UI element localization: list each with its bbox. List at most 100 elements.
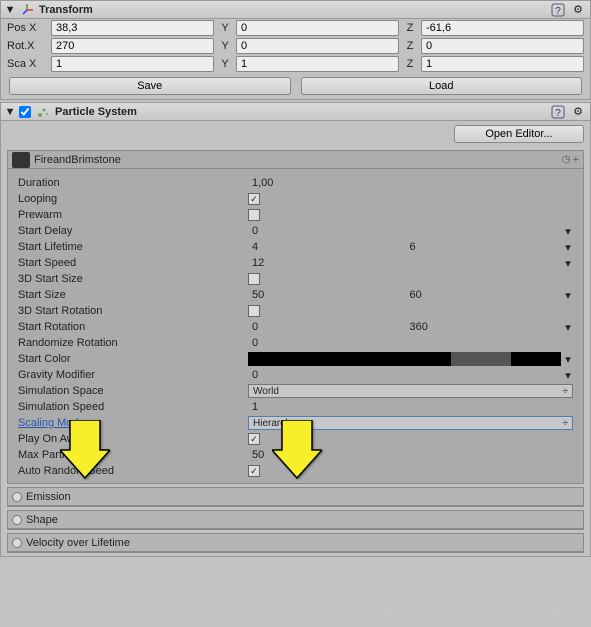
looping-checkbox[interactable]: ✓ — [248, 193, 260, 205]
add-icon[interactable]: + — [573, 154, 579, 166]
save-button[interactable]: Save — [9, 77, 291, 95]
scaling-mode-select[interactable]: Hierarchy÷ — [248, 416, 573, 430]
start-delay-value[interactable]: 0 — [248, 224, 561, 238]
start-lifetime-label[interactable]: Start Lifetime — [18, 241, 248, 253]
particle-system-name: FireandBrimstone — [34, 154, 558, 166]
simulation-space-label[interactable]: Simulation Space — [18, 385, 248, 397]
start-delay-label[interactable]: Start Delay — [18, 225, 248, 237]
component-enable-checkbox[interactable] — [19, 106, 31, 118]
foldout-icon[interactable]: ▼ — [5, 106, 15, 118]
start-size-a[interactable]: 50 — [248, 288, 404, 302]
prewarm-label[interactable]: Prewarm — [18, 209, 248, 221]
auto-random-seed-label[interactable]: Auto Random Seed — [18, 465, 248, 477]
particle-system-component: ▼ Particle System ? ⚙ Open Editor... Fir… — [0, 102, 591, 557]
simulation-speed-label[interactable]: Simulation Speed — [18, 401, 248, 413]
svg-text:?: ? — [555, 6, 561, 17]
pos-y-label[interactable]: Y — [218, 22, 232, 34]
scaling-mode-label[interactable]: Scaling Mode — [18, 417, 248, 429]
dropdown-icon[interactable]: ▾ — [563, 321, 573, 334]
sca-z-input[interactable] — [421, 56, 584, 72]
rotation-row: Rot.X Y Z — [1, 37, 590, 55]
dropdown-icon[interactable]: ▾ — [563, 369, 573, 382]
3d-start-rotation-row: 3D Start Rotation — [8, 303, 583, 319]
start-size-b[interactable]: 60 — [406, 288, 562, 302]
sca-y-input[interactable] — [236, 56, 399, 72]
module-toggle-icon[interactable] — [12, 538, 22, 548]
open-editor-button[interactable]: Open Editor... — [454, 125, 584, 143]
max-particles-label[interactable]: Max Particles — [18, 449, 248, 461]
start-lifetime-a[interactable]: 4 — [248, 240, 404, 254]
particle-name-header[interactable]: FireandBrimstone ◷ + — [8, 151, 583, 169]
start-color-swatch[interactable] — [248, 352, 561, 366]
3d-start-size-checkbox[interactable] — [248, 273, 260, 285]
start-speed-label[interactable]: Start Speed — [18, 257, 248, 269]
gear-icon[interactable]: ⚙ — [570, 2, 586, 18]
velocity-over-lifetime-module[interactable]: Velocity over Lifetime — [7, 533, 584, 553]
particle-icon — [35, 104, 51, 120]
pos-x-input[interactable] — [51, 20, 214, 36]
gravity-modifier-label[interactable]: Gravity Modifier — [18, 369, 248, 381]
rot-y-label[interactable]: Y — [218, 40, 232, 52]
simulation-speed-value[interactable]: 1 — [248, 400, 573, 414]
dropdown-icon[interactable]: ▾ — [563, 225, 573, 238]
resimulate-icon[interactable]: ◷ — [562, 154, 571, 165]
start-rotation-b[interactable]: 360 — [406, 320, 562, 334]
start-color-label[interactable]: Start Color — [18, 353, 248, 365]
shape-module[interactable]: Shape — [7, 510, 584, 530]
randomize-rotation-value[interactable]: 0 — [248, 336, 573, 350]
3d-start-rotation-label[interactable]: 3D Start Rotation — [18, 305, 248, 317]
particle-system-title: Particle System — [55, 106, 546, 118]
sca-z-label[interactable]: Z — [403, 58, 417, 70]
start-lifetime-b[interactable]: 6 — [406, 240, 562, 254]
play-on-awake-row: Play On Awake* ✓ — [8, 431, 583, 447]
rot-x-label[interactable]: Rot.X — [7, 40, 47, 52]
play-on-awake-checkbox[interactable]: ✓ — [248, 433, 260, 445]
module-toggle-icon[interactable] — [12, 492, 22, 502]
rot-z-label[interactable]: Z — [403, 40, 417, 52]
looping-label[interactable]: Looping — [18, 193, 248, 205]
start-rotation-a[interactable]: 0 — [248, 320, 404, 334]
help-icon[interactable]: ? — [550, 2, 566, 18]
start-speed-row: Start Speed 12▾ — [8, 255, 583, 271]
rot-y-input[interactable] — [236, 38, 399, 54]
pos-z-label[interactable]: Z — [403, 22, 417, 34]
gravity-modifier-value[interactable]: 0 — [248, 368, 561, 382]
foldout-icon[interactable]: ▼ — [5, 4, 15, 16]
pos-y-input[interactable] — [236, 20, 399, 36]
start-rotation-label[interactable]: Start Rotation — [18, 321, 248, 333]
position-row: Pos X Y Z — [1, 19, 590, 37]
particle-system-header[interactable]: ▼ Particle System ? ⚙ — [1, 103, 590, 121]
play-on-awake-label[interactable]: Play On Awake* — [18, 433, 248, 445]
start-size-label[interactable]: Start Size — [18, 289, 248, 301]
max-particles-value[interactable]: 50 — [248, 448, 573, 462]
transform-header[interactable]: ▼ Transform ? ⚙ — [1, 1, 590, 19]
dropdown-icon[interactable]: ▾ — [563, 353, 573, 366]
pos-z-input[interactable] — [421, 20, 584, 36]
emission-module[interactable]: Emission — [7, 487, 584, 507]
sca-x-label[interactable]: Sca X — [7, 58, 47, 70]
3d-start-rotation-checkbox[interactable] — [248, 305, 260, 317]
dropdown-icon[interactable]: ▾ — [563, 257, 573, 270]
dropdown-icon[interactable]: ▾ — [563, 289, 573, 302]
start-speed-value[interactable]: 12 — [248, 256, 561, 270]
dropdown-icon[interactable]: ▾ — [563, 241, 573, 254]
3d-start-size-label[interactable]: 3D Start Size — [18, 273, 248, 285]
prewarm-checkbox[interactable] — [248, 209, 260, 221]
duration-value[interactable]: 1,00 — [248, 176, 573, 190]
pos-x-label[interactable]: Pos X — [7, 22, 47, 34]
sca-x-input[interactable] — [51, 56, 214, 72]
load-button[interactable]: Load — [301, 77, 583, 95]
randomize-rotation-label[interactable]: Randomize Rotation — [18, 337, 248, 349]
select-arrow-icon: ÷ — [563, 386, 569, 397]
auto-random-seed-checkbox[interactable]: ✓ — [248, 465, 260, 477]
rot-z-input[interactable] — [421, 38, 584, 54]
help-icon[interactable]: ? — [550, 104, 566, 120]
module-toggle-icon[interactable] — [12, 515, 22, 525]
gear-icon[interactable]: ⚙ — [570, 104, 586, 120]
emission-label: Emission — [26, 491, 71, 503]
duration-label[interactable]: Duration — [18, 177, 248, 189]
sca-y-label[interactable]: Y — [218, 58, 232, 70]
simulation-space-select[interactable]: World÷ — [248, 384, 573, 398]
rot-x-input[interactable] — [51, 38, 214, 54]
start-lifetime-row: Start Lifetime 46▾ — [8, 239, 583, 255]
